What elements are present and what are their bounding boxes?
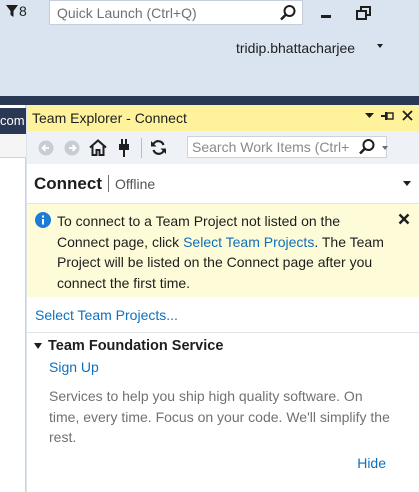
search-work-items-input[interactable]: Search Work Items (Ctrl+ (187, 136, 387, 158)
info-notification: To connect to a Team Project not listed … (27, 204, 419, 297)
select-team-projects-button[interactable]: Select Team Projects... (35, 307, 178, 323)
team-explorer-panel: Team Explorer - Connect Search Work Item… (27, 105, 419, 492)
collapse-triangle-icon[interactable] (34, 343, 42, 349)
user-account-name[interactable]: tridip.bhattacharjee (236, 40, 355, 56)
page-title: Connect (34, 173, 102, 193)
forward-button[interactable] (62, 138, 82, 158)
adjacent-document-panel: com (0, 105, 26, 492)
home-button[interactable] (88, 138, 108, 158)
sign-up-link[interactable]: Sign Up (49, 359, 99, 375)
info-icon (35, 212, 51, 228)
pin-icon[interactable] (381, 111, 395, 121)
refresh-icon (150, 140, 166, 155)
notifications-filter[interactable]: 8 (6, 3, 27, 19)
select-team-projects-link[interactable]: Select Team Projects (183, 234, 314, 250)
page-header: Connect Offline (27, 164, 419, 204)
back-button[interactable] (36, 138, 56, 158)
tab-well-divider (0, 96, 419, 105)
panel-title: Team Explorer - Connect (32, 110, 187, 126)
section-divider (27, 332, 419, 333)
notification-count: 8 (19, 3, 27, 19)
back-arrow-icon (38, 140, 54, 155)
home-icon (89, 139, 107, 156)
title-bar: 8 Quick Launch (Ctrl+Q) tridip.bhattacha… (0, 0, 419, 96)
refresh-button[interactable] (148, 138, 168, 158)
section-description: Services to help you ship high quality s… (49, 388, 390, 445)
chevron-down-icon[interactable] (377, 44, 383, 48)
section-title[interactable]: Team Foundation Service (48, 338, 223, 354)
search-options-chevron-icon[interactable] (382, 146, 388, 150)
close-icon[interactable] (402, 110, 413, 121)
page-navigation-chevron-icon[interactable] (403, 181, 411, 186)
plug-icon (119, 138, 129, 157)
search-icon[interactable] (358, 138, 376, 156)
forward-arrow-icon (64, 140, 80, 155)
filter-icon (6, 5, 18, 17)
document-tab[interactable]: com (0, 108, 26, 134)
header-separator (108, 175, 109, 192)
search-work-items-placeholder: Search Work Items (Ctrl+ (192, 139, 350, 155)
window-position-dropdown-icon[interactable] (365, 112, 374, 119)
quick-launch-input[interactable]: Quick Launch (Ctrl+Q) (49, 0, 303, 25)
hide-link[interactable]: Hide (357, 455, 386, 471)
close-icon[interactable] (398, 213, 410, 225)
panel-title-bar[interactable]: Team Explorer - Connect (27, 105, 419, 131)
quick-launch-placeholder: Quick Launch (Ctrl+Q) (57, 4, 197, 21)
connection-status: Offline (115, 175, 156, 192)
search-icon[interactable] (279, 4, 297, 22)
minimize-button[interactable] (317, 4, 337, 24)
restore-button[interactable] (354, 4, 374, 24)
toolbar-separator (141, 137, 142, 158)
team-explorer-toolbar: Search Work Items (Ctrl+ (27, 131, 419, 164)
connect-button[interactable] (114, 138, 134, 158)
document-row (0, 134, 26, 158)
